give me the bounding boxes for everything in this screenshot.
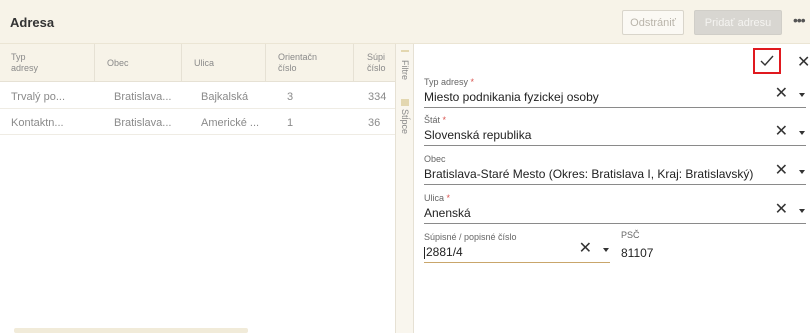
checkmark-icon xyxy=(760,55,774,67)
field-typ-adresy[interactable]: Typ adresy * Miesto podnikania fyzickej … xyxy=(424,77,806,108)
cell-ulica: Bajkalská xyxy=(201,90,249,103)
horizontal-scrollbar[interactable] xyxy=(14,328,248,333)
table-row[interactable]: Trvalý po... Bratislava... Bajkalská 3 3… xyxy=(0,84,395,109)
field-value: Anenská xyxy=(424,206,471,220)
chevron-down-icon[interactable] xyxy=(799,209,805,213)
field-psc[interactable]: PSČ 81107 xyxy=(621,230,806,261)
cell-typ-adresy: Kontaktn... xyxy=(11,116,64,129)
remove-button[interactable]: Odstrániť xyxy=(622,10,684,35)
section-header: Adresa Odstrániť Pridať adresu ••• xyxy=(0,0,810,44)
clear-icon[interactable]: ✕ xyxy=(775,163,788,179)
field-value: 2881/4 xyxy=(424,245,463,259)
filters-tab-label: Filtre xyxy=(400,60,410,80)
clear-icon[interactable]: ✕ xyxy=(775,86,788,102)
add-address-button[interactable]: Pridať adresu xyxy=(694,10,782,35)
field-value: Miesto podnikania fyzickej osoby xyxy=(424,90,599,104)
field-label: Štát * xyxy=(424,115,447,125)
field-supisne-cislo[interactable]: Súpisné / popisné číslo 2881/4 ✕ xyxy=(424,232,610,263)
cell-supisne-cislo: 334 xyxy=(368,90,387,103)
field-obec[interactable]: Obec Bratislava-Staré Mesto (Okres: Brat… xyxy=(424,154,806,185)
filters-tab[interactable]: Filtre xyxy=(396,50,414,80)
clear-icon[interactable]: ✕ xyxy=(775,202,788,218)
chevron-down-icon[interactable] xyxy=(799,131,805,135)
columns-tab[interactable]: Stĺpce xyxy=(396,99,414,134)
cell-orientacne-cislo: 1 xyxy=(287,116,294,129)
address-grid: Typ adresy Obec Ulica Orientačn číslo Súpi… xyxy=(0,44,395,333)
column-header-typ-adresy[interactable]: Typ adresy xyxy=(11,44,95,82)
field-label: PSČ xyxy=(621,230,640,240)
columns-icon xyxy=(401,99,409,106)
cell-supisne-cislo: 36 xyxy=(368,116,381,129)
chevron-down-icon[interactable] xyxy=(799,170,805,174)
column-header-orientacne-cislo[interactable]: Orientačn číslo xyxy=(266,44,354,82)
field-label: Súpisné / popisné číslo xyxy=(424,232,517,242)
grid-header: Typ adresy Obec Ulica Orientačn číslo Súpi… xyxy=(0,44,395,82)
field-label: Obec xyxy=(424,154,446,164)
confirm-button[interactable] xyxy=(753,48,781,74)
section-title: Adresa xyxy=(10,15,55,30)
more-horizontal-icon[interactable]: ••• xyxy=(793,12,806,28)
tool-panel-strip: Filtre Stĺpce xyxy=(395,44,414,333)
cell-obec: Bratislava... xyxy=(114,116,172,129)
cell-typ-adresy: Trvalý po... xyxy=(11,90,65,103)
clear-icon[interactable]: ✕ xyxy=(775,124,788,140)
field-label: Ulica * xyxy=(424,193,451,203)
field-value: Slovenská republika xyxy=(424,128,532,142)
cell-orientacne-cislo: 3 xyxy=(287,90,294,103)
column-header-obec[interactable]: Obec xyxy=(95,44,182,82)
chevron-down-icon[interactable] xyxy=(603,248,609,252)
cell-ulica: Americké ... xyxy=(201,116,260,129)
column-header-ulica[interactable]: Ulica xyxy=(182,44,266,82)
field-ulica[interactable]: Ulica * Anenská ✕ xyxy=(424,193,806,224)
close-icon[interactable]: ✕ xyxy=(797,52,810,72)
column-header-supisne-cislo[interactable]: Súpi číslo xyxy=(354,44,395,82)
clear-icon[interactable]: ✕ xyxy=(579,241,592,257)
columns-tab-label: Stĺpce xyxy=(400,109,410,135)
table-row[interactable]: Kontaktn... Bratislava... Americké ... 1… xyxy=(0,110,395,135)
field-label: Typ adresy * xyxy=(424,77,475,87)
field-value: Bratislava-Staré Mesto (Okres: Bratislav… xyxy=(424,167,754,181)
field-value: 81107 xyxy=(621,246,654,260)
field-stat[interactable]: Štát * Slovenská republika ✕ xyxy=(424,115,806,146)
chevron-down-icon[interactable] xyxy=(799,93,805,97)
cell-obec: Bratislava... xyxy=(114,90,172,103)
filter-icon xyxy=(401,50,409,57)
address-edit-panel: ✕ Typ adresy * Miesto podnikania fyzicke… xyxy=(414,44,810,333)
